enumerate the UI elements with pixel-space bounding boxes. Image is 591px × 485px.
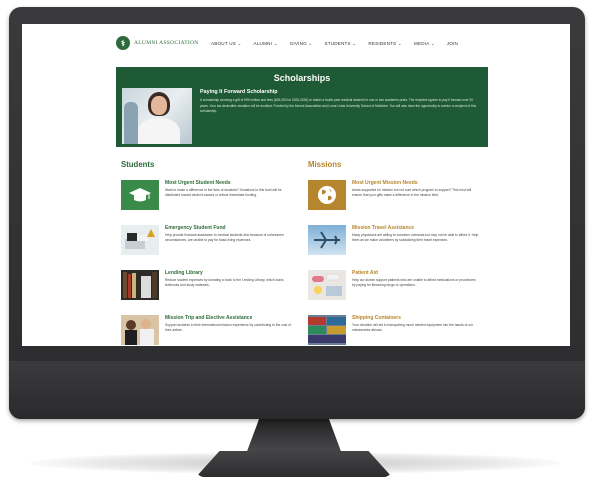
item-description: Areas supported for mission but not sure…	[352, 188, 472, 198]
monitor-stand-base	[196, 451, 392, 477]
item-title[interactable]: Mission Trip and Elective Assistance	[165, 315, 252, 321]
menu-item-media[interactable]: MEDIA ⌄	[414, 41, 435, 47]
item-title[interactable]: Mission Travel Assistance	[352, 225, 414, 231]
item-title[interactable]: Shipping Containers	[352, 315, 401, 321]
item-title[interactable]: Most Urgent Mission Needs	[352, 180, 418, 186]
airplane-photo	[308, 225, 346, 255]
doctor-face	[151, 96, 167, 115]
shipping-containers-photo	[308, 315, 346, 345]
background-person	[124, 102, 138, 144]
students-heading: Students	[121, 160, 155, 169]
emergency-photo	[121, 225, 159, 255]
item-title[interactable]: Emergency Student Fund	[165, 225, 226, 231]
item-title[interactable]: Most Urgent Student Needs	[165, 180, 231, 186]
student-item-mission-trip[interactable]: Mission Trip and Elective Assistance Sup…	[121, 315, 293, 346]
monitor-stand-neck	[246, 418, 342, 454]
missions-heading: Missions	[308, 160, 342, 169]
graduation-cap-icon	[121, 180, 159, 210]
caduceus-icon: ⚕	[116, 36, 130, 50]
mission-item-patient-aid[interactable]: Patient Aid Help our alumni support pati…	[308, 270, 480, 310]
student-item-lending-library[interactable]: Lending Library Reduce student expenses …	[121, 270, 293, 310]
scholarship-description: A scholarship covering a gift of 90% tui…	[200, 98, 477, 114]
medicine-photo	[308, 270, 346, 300]
mission-item-travel-assistance[interactable]: Mission Travel Assistance Many physician…	[308, 225, 480, 265]
item-description: Your donation will aid in transporting m…	[352, 323, 474, 333]
item-description: Want to make a difference in the lives o…	[165, 188, 282, 198]
student-item-emergency-fund[interactable]: Emergency Student Fund Help provide fina…	[121, 225, 293, 265]
page-title: Scholarships	[273, 73, 331, 83]
menu-item-alumni[interactable]: ALUMNI ⌄	[254, 41, 278, 47]
item-description: Help provide financial assistance to med…	[165, 233, 284, 243]
library-photo	[121, 270, 159, 300]
item-description: Support students in their international …	[165, 323, 291, 333]
site-logo[interactable]: ⚕ ALUMNI ASSOCIATION	[116, 36, 199, 50]
top-navigation: ⚕ ALUMNI ASSOCIATION ABOUT US ⌄ ALUMNI ⌄…	[22, 24, 570, 64]
doctor-photo	[122, 88, 192, 144]
logo-text: ALUMNI ASSOCIATION	[134, 40, 199, 46]
menu-item-about-us[interactable]: ABOUT US ⌄	[211, 41, 242, 47]
mission-item-shipping-containers[interactable]: Shipping Containers Your donation will a…	[308, 315, 480, 346]
item-title[interactable]: Patient Aid	[352, 270, 378, 276]
item-description: Help our alumni support patients who are…	[352, 278, 476, 288]
menu-item-students[interactable]: STUDENTS ⌄	[324, 41, 356, 47]
menu-item-giving[interactable]: GIVING ⌄	[290, 41, 313, 47]
mission-trip-photo	[121, 315, 159, 345]
mission-item-urgent-needs[interactable]: Most Urgent Mission Needs Areas supporte…	[308, 180, 480, 220]
menu-item-residents[interactable]: RESIDENTS ⌄	[368, 41, 402, 47]
globe-icon	[308, 180, 346, 210]
menu-item-join[interactable]: JOIN	[447, 41, 458, 47]
browser-screen: ⚕ ALUMNI ASSOCIATION ABOUT US ⌄ ALUMNI ⌄…	[22, 24, 570, 346]
scholarships-banner: Scholarships Paying It Forward Scholarsh…	[116, 67, 488, 147]
item-description: Reduce student expenses by donating a bo…	[165, 278, 284, 288]
scholarship-title[interactable]: Paying It Forward Scholarship	[200, 89, 278, 95]
student-item-urgent-needs[interactable]: Most Urgent Student Needs Want to make a…	[121, 180, 293, 220]
item-description: Many physicians are willing to volunteer…	[352, 233, 479, 243]
monitor-chin	[9, 361, 585, 419]
doctor-coat	[138, 118, 180, 144]
main-menu: ABOUT US ⌄ ALUMNI ⌄ GIVING ⌄ STUDENTS ⌄ …	[211, 41, 458, 47]
item-title[interactable]: Lending Library	[165, 270, 203, 276]
